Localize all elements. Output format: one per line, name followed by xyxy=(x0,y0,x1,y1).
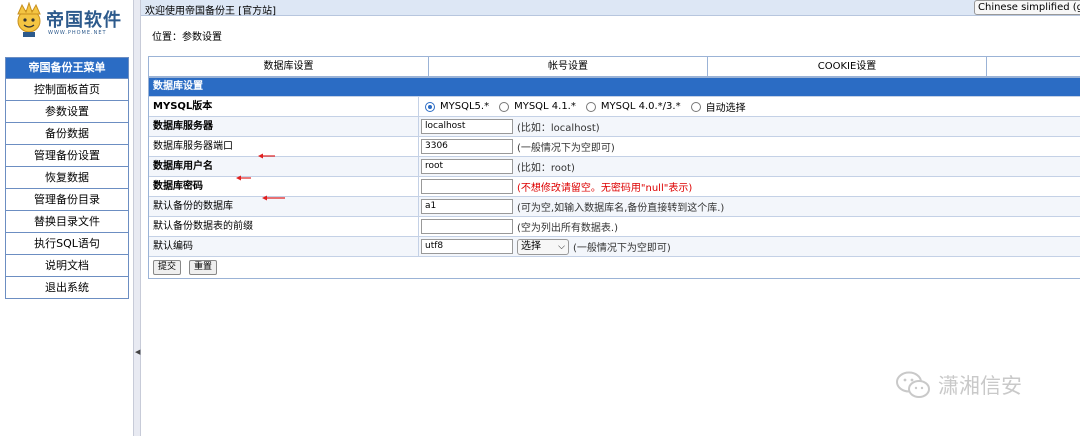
row-db-password: 数据库密码 (不想修改请留空。无密码用"null"表示) xyxy=(149,176,1080,196)
row-db-user: 数据库用户名 root (比如：root) xyxy=(149,156,1080,176)
table-prefix-label: 默认备份数据表的前缀 xyxy=(149,217,419,236)
menu-title: 帝国备份王菜单 xyxy=(6,58,128,78)
tab-cookie-settings[interactable]: COOKIE设置 xyxy=(708,57,987,76)
menu-item-settings[interactable]: 参数设置 xyxy=(6,100,128,122)
row-mysql-version: MYSQL版本 MYSQL5.* MYSQL 4.1.* MYSQL 4.0.*… xyxy=(149,96,1080,116)
annotation-arrow-icon xyxy=(262,195,285,201)
annotation-arrow-icon xyxy=(258,153,275,159)
radio-auto[interactable]: 自动选择 xyxy=(690,99,746,114)
radio-selected-icon xyxy=(425,101,435,112)
charset-label: 默认编码 xyxy=(149,237,419,256)
radio-icon xyxy=(499,101,510,112)
row-table-prefix: 默认备份数据表的前缀 (空为列出所有数据表.) xyxy=(149,216,1080,236)
db-user-hint: (比如：root) xyxy=(517,163,575,174)
row-db-port: 数据库服务器端口 3306 (一般情况下为空即可) xyxy=(149,136,1080,156)
mascot-logo-icon xyxy=(17,2,41,37)
menu-item-replace-dir-files[interactable]: 替换目录文件 xyxy=(6,210,128,232)
top-bar: 欢迎使用帝国备份王 [官方站] Chinese simplified (gb23 xyxy=(141,0,1080,17)
watermark-text: 潇湘信安 xyxy=(938,374,1022,398)
db-port-hint: (一般情况下为空即可) xyxy=(517,143,615,154)
radio-mysql40[interactable]: MYSQL 4.0.*/3.* xyxy=(585,101,681,112)
logo-name: 帝国软件 xyxy=(46,10,122,31)
tab-extra[interactable] xyxy=(987,57,1080,76)
watermark: 潇湘信安 xyxy=(896,370,1022,400)
charset-hint: (一般情况下为空即可) xyxy=(573,243,671,254)
welcome-title: 欢迎使用帝国备份王 [官方站] xyxy=(145,6,276,17)
menu-item-docs[interactable]: 说明文档 xyxy=(6,254,128,276)
collapse-arrow-icon[interactable]: ◀ xyxy=(135,348,140,356)
annotation-arrow-icon xyxy=(236,175,251,181)
tab-database-settings[interactable]: 数据库设置 xyxy=(149,57,429,76)
db-server-hint: (比如：localhost) xyxy=(517,123,600,134)
menu-item-logout[interactable]: 退出系统 xyxy=(6,276,128,298)
menu-item-control-panel[interactable]: 控制面板首页 xyxy=(6,78,128,100)
charset-select[interactable]: 选择 ⌵ xyxy=(517,238,569,255)
menu-item-manage-backup-dir[interactable]: 管理备份目录 xyxy=(6,188,128,210)
charset-input[interactable]: utf8 xyxy=(421,239,513,254)
submit-button[interactable]: 提交 xyxy=(153,260,182,275)
section-title: 数据库设置 xyxy=(149,78,1080,96)
row-db-server: 数据库服务器 localhost (比如：localhost) xyxy=(149,116,1080,136)
radio-icon xyxy=(585,101,596,112)
database-settings-form: 数据库设置 MYSQL版本 MYSQL5.* MYSQL 4.1.* MYSQL… xyxy=(148,77,1080,279)
breadcrumb: 位置：参数设置 xyxy=(152,32,222,43)
db-user-input[interactable]: root xyxy=(421,159,513,174)
db-password-input[interactable] xyxy=(421,179,513,194)
radio-mysql5[interactable]: MYSQL5.* xyxy=(425,101,489,112)
chevron-down-icon: ⌵ xyxy=(558,241,565,252)
db-port-label: 数据库服务器端口 xyxy=(149,137,419,156)
frame-divider[interactable]: ◀ xyxy=(133,0,141,436)
table-prefix-input[interactable] xyxy=(421,219,513,234)
radio-icon xyxy=(690,101,701,112)
default-db-hint: (可为空,如输入数据库名,备份直接转到这个库.) xyxy=(517,203,725,214)
menu-item-execute-sql[interactable]: 执行SQL语句 xyxy=(6,232,128,254)
db-server-input[interactable]: localhost xyxy=(421,119,513,134)
menu-item-backup-data[interactable]: 备份数据 xyxy=(6,122,128,144)
side-menu: 帝国备份王菜单 控制面板首页 参数设置 备份数据 管理备份设置 恢复数据 管理备… xyxy=(5,57,129,299)
db-port-input[interactable]: 3306 xyxy=(421,139,513,154)
tab-account-settings[interactable]: 帐号设置 xyxy=(429,57,708,76)
reset-button[interactable]: 重置 xyxy=(189,260,218,275)
table-prefix-hint: (空为列出所有数据表.) xyxy=(517,223,618,234)
menu-item-manage-backup-settings[interactable]: 管理备份设置 xyxy=(6,144,128,166)
radio-mysql41[interactable]: MYSQL 4.1.* xyxy=(499,101,576,112)
logo: 帝国软件 WWW.PHOME.NET xyxy=(14,2,126,40)
row-default-db: 默认备份的数据库 a1 (可为空,如输入数据库名,备份直接转到这个库.) xyxy=(149,196,1080,216)
db-user-label: 数据库用户名 xyxy=(149,157,419,176)
row-charset: 默认编码 utf8 选择 ⌵ (一般情况下为空即可) xyxy=(149,236,1080,256)
settings-tabs: 数据库设置 帐号设置 COOKIE设置 xyxy=(148,56,1080,77)
logo-url: WWW.PHOME.NET xyxy=(48,30,107,36)
form-actions: 提交 重置 xyxy=(149,256,1080,278)
language-select[interactable]: Chinese simplified (gb23 xyxy=(974,0,1080,15)
menu-item-restore-data[interactable]: 恢复数据 xyxy=(6,166,128,188)
mysql-version-label: MYSQL版本 xyxy=(149,97,419,116)
wechat-icon xyxy=(896,371,930,398)
db-server-label: 数据库服务器 xyxy=(149,117,419,136)
default-db-input[interactable]: a1 xyxy=(421,199,513,214)
left-panel: 帝国软件 WWW.PHOME.NET 帝国备份王菜单 控制面板首页 参数设置 备… xyxy=(0,0,133,436)
db-password-hint: (不想修改请留空。无密码用"null"表示) xyxy=(517,183,693,194)
